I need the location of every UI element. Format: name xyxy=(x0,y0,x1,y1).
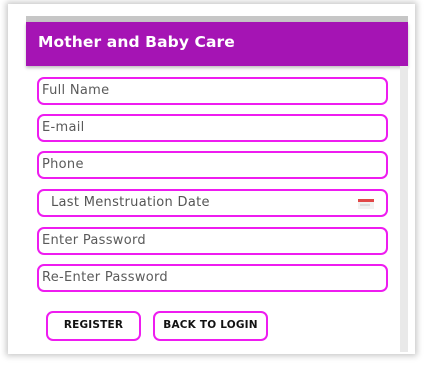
last-menstruation-date-placeholder: Last Menstruation Date xyxy=(51,195,210,210)
register-button[interactable]: REGISTER xyxy=(46,311,141,341)
phone-placeholder: Phone xyxy=(42,157,84,172)
side-gutter xyxy=(400,66,408,352)
phone-field[interactable]: Phone xyxy=(37,151,388,179)
registration-screen: Mother and Baby Care Full Name E-mail Ph… xyxy=(26,16,408,352)
email-field[interactable]: E-mail xyxy=(37,114,388,142)
password-field[interactable]: Enter Password xyxy=(37,227,388,255)
back-to-login-button[interactable]: BACK TO LOGIN xyxy=(153,311,268,341)
confirm-password-field[interactable]: Re-Enter Password xyxy=(37,264,388,292)
last-menstruation-date-field[interactable]: Last Menstruation Date xyxy=(37,189,388,217)
password-placeholder: Enter Password xyxy=(42,233,146,248)
full-name-placeholder: Full Name xyxy=(42,83,110,98)
app-bar: Mother and Baby Care xyxy=(26,22,408,66)
confirm-password-placeholder: Re-Enter Password xyxy=(42,270,168,285)
full-name-field[interactable]: Full Name xyxy=(37,77,388,105)
calendar-icon[interactable] xyxy=(358,199,374,209)
app-title: Mother and Baby Care xyxy=(38,33,235,51)
email-placeholder: E-mail xyxy=(42,120,85,135)
